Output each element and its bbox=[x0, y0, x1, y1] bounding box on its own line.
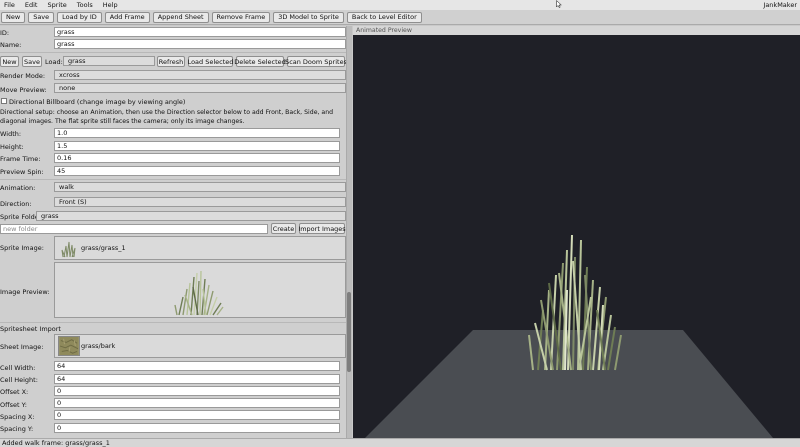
properties-panel: ID: grass Name: grass New Save Load: gra… bbox=[0, 26, 352, 438]
append-sheet-button[interactable]: Append Sheet bbox=[152, 11, 209, 23]
status-bar: Added walk frame: grass/grass_1 bbox=[0, 438, 800, 447]
model-to-sprite-button[interactable]: 3D Model to Sprite bbox=[273, 11, 344, 23]
sprite-image-label: Sprite Image: bbox=[0, 244, 44, 252]
spacing-x-field[interactable]: 0 bbox=[54, 410, 340, 420]
load-select[interactable]: grass bbox=[63, 56, 155, 66]
cursor-icon bbox=[556, 0, 562, 8]
cell-height-label: Cell Height: bbox=[0, 376, 38, 384]
render-mode-select[interactable]: xcross bbox=[54, 70, 346, 80]
menu-bar: File Edit Sprite Tools Help JankMaker bbox=[0, 0, 800, 10]
grass-thumbnail-icon bbox=[58, 238, 80, 258]
load-label: Load: bbox=[45, 58, 63, 66]
billboard-checkbox[interactable] bbox=[1, 98, 7, 104]
height-field[interactable]: 1.5 bbox=[54, 141, 340, 151]
image-preview-label: Image Preview: bbox=[0, 288, 50, 296]
width-field[interactable]: 1.0 bbox=[54, 128, 340, 138]
animation-select[interactable]: walk bbox=[54, 182, 346, 192]
load-selected-button[interactable]: Load Selected bbox=[188, 56, 233, 67]
spacing-y-field[interactable]: 0 bbox=[54, 423, 340, 433]
spacing-y-label: Spacing Y: bbox=[0, 425, 34, 433]
move-preview-select[interactable]: none bbox=[54, 83, 346, 93]
move-preview-label: Move Preview: bbox=[0, 86, 47, 94]
cell-height-field[interactable]: 64 bbox=[54, 374, 340, 384]
billboard-label: Directional Billboard (change image by v… bbox=[9, 98, 186, 106]
id-label: ID: bbox=[0, 29, 10, 37]
remove-frame-button[interactable]: Remove Frame bbox=[211, 11, 271, 23]
scan-doom-sprites-button[interactable]: Scan Doom Sprites bbox=[285, 56, 347, 67]
sprite-image-selector[interactable]: grass/grass_1 bbox=[54, 236, 346, 260]
add-frame-button[interactable]: Add Frame bbox=[104, 11, 150, 23]
menu-edit[interactable]: Edit bbox=[20, 1, 43, 9]
offset-x-label: Offset X: bbox=[0, 388, 29, 396]
load-by-id-button[interactable]: Load by ID bbox=[57, 11, 102, 23]
menu-help[interactable]: Help bbox=[98, 1, 123, 9]
menu-tools[interactable]: Tools bbox=[72, 1, 98, 9]
panel-scrollbar[interactable] bbox=[346, 26, 352, 438]
panel-scroll-thumb[interactable] bbox=[347, 292, 351, 372]
back-to-level-editor-button[interactable]: Back to Level Editor bbox=[346, 11, 422, 23]
image-preview bbox=[54, 262, 346, 318]
refresh-button[interactable]: Refresh bbox=[157, 56, 185, 67]
height-label: Height: bbox=[0, 143, 24, 151]
new-folder-input[interactable]: new folder bbox=[0, 224, 268, 234]
bark-thumbnail-icon bbox=[58, 336, 80, 356]
animation-label: Animation: bbox=[0, 184, 36, 192]
sprite-folder-select[interactable]: grass bbox=[36, 211, 346, 221]
sprite-image-name: grass/grass_1 bbox=[81, 244, 126, 252]
menu-sprite[interactable]: Sprite bbox=[42, 1, 71, 9]
menu-file[interactable]: File bbox=[0, 1, 20, 9]
preview-viewport[interactable] bbox=[353, 35, 800, 438]
toolbar: New Save Load by ID Add Frame Append She… bbox=[0, 10, 800, 25]
preview-title: Animated Preview bbox=[353, 26, 800, 35]
offset-y-field[interactable]: 0 bbox=[54, 398, 340, 408]
frame-time-field[interactable]: 0.16 bbox=[54, 153, 340, 163]
new-button[interactable]: New bbox=[1, 11, 26, 23]
cell-width-label: Cell Width: bbox=[0, 364, 36, 372]
create-folder-button[interactable]: Create bbox=[271, 223, 296, 234]
new-sprite-button[interactable]: New bbox=[0, 56, 19, 67]
sheet-image-selector[interactable]: grass/bark bbox=[54, 334, 346, 358]
render-mode-label: Render Mode: bbox=[0, 72, 46, 80]
save-sprite-button[interactable]: Save bbox=[22, 56, 42, 67]
sheet-image-name: grass/bark bbox=[81, 342, 116, 350]
name-field[interactable]: grass bbox=[54, 39, 346, 49]
direction-select[interactable]: Front (S) bbox=[54, 197, 346, 207]
import-images-button[interactable]: Import Images bbox=[298, 223, 346, 234]
directional-note: Directional setup: choose an Animation, … bbox=[0, 109, 334, 125]
preview-spin-label: Preview Spin: bbox=[0, 168, 44, 176]
id-field[interactable]: grass bbox=[54, 27, 346, 37]
preview-spin-field[interactable]: 45 bbox=[54, 166, 340, 176]
spacing-x-label: Spacing X: bbox=[0, 413, 35, 421]
offset-y-label: Offset Y: bbox=[0, 401, 27, 409]
spritesheet-import-header: Spritesheet Import bbox=[0, 325, 61, 333]
app-title: JankMaker bbox=[763, 1, 797, 9]
direction-label: Direction: bbox=[0, 200, 32, 208]
name-label: Name: bbox=[0, 41, 22, 49]
cell-width-field[interactable]: 64 bbox=[54, 361, 340, 371]
grass-preview-icon bbox=[174, 270, 224, 316]
delete-selected-button[interactable]: Delete Selected bbox=[234, 56, 286, 67]
animated-preview-panel: Animated Preview bbox=[353, 26, 800, 438]
save-button[interactable]: Save bbox=[28, 11, 55, 23]
sheet-image-label: Sheet Image: bbox=[0, 343, 44, 351]
width-label: Width: bbox=[0, 130, 22, 138]
offset-x-field[interactable]: 0 bbox=[54, 386, 340, 396]
frame-time-label: Frame Time: bbox=[0, 155, 41, 163]
